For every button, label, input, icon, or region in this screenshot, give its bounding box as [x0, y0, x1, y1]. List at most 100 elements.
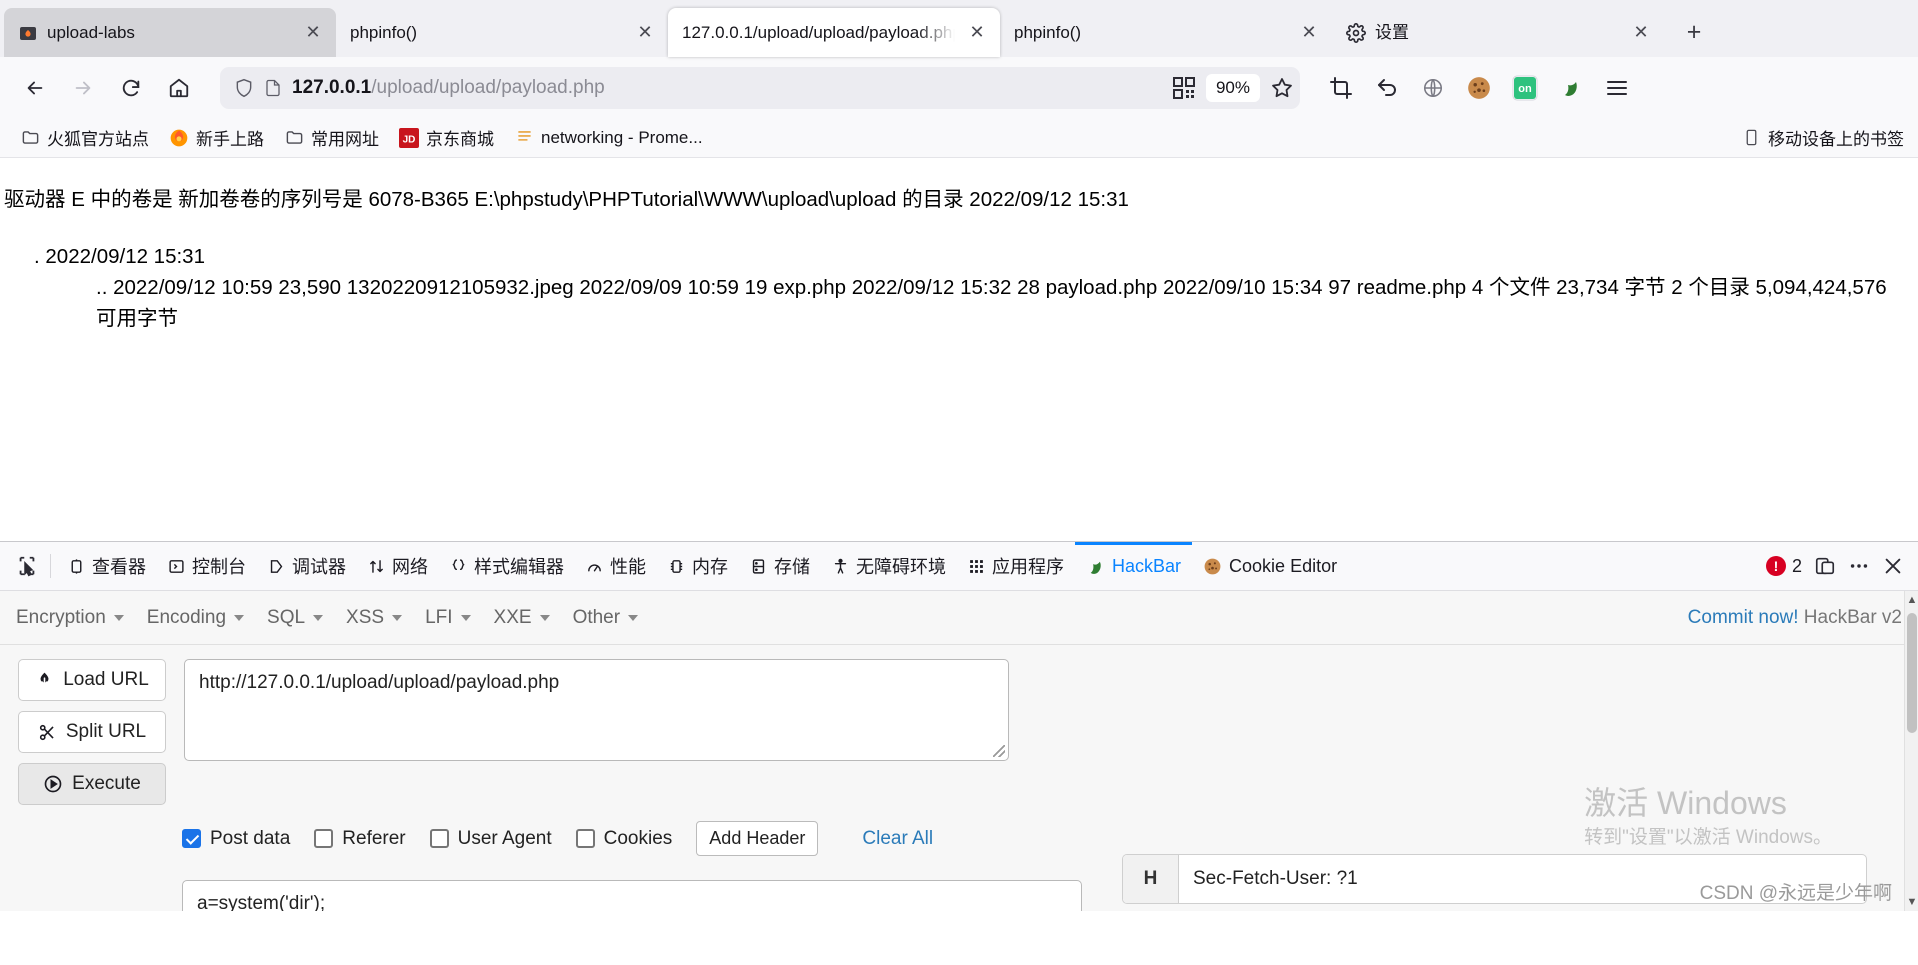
reload-button[interactable] — [110, 67, 152, 109]
browser-tab-upload-labs[interactable]: upload-labs ✕ — [4, 8, 336, 57]
shield-icon[interactable] — [234, 77, 254, 99]
commit-now-link[interactable]: Commit now! — [1688, 607, 1799, 628]
user-agent-checkbox[interactable]: User Agent — [429, 828, 552, 850]
bookmark-item-4[interactable]: networking - Prome... — [506, 124, 711, 152]
devtools-tab-label: 应用程序 — [992, 557, 1064, 577]
post-data-textarea[interactable]: a=system('dir'); — [182, 880, 1082, 911]
hackbar-menu-encoding[interactable]: Encoding — [147, 607, 261, 629]
clear-all-link[interactable]: Clear All — [862, 828, 933, 850]
new-tab-button[interactable]: + — [1674, 12, 1714, 52]
devtools-tab-cookie-editor[interactable]: Cookie Editor — [1192, 542, 1348, 590]
bookmark-item-2[interactable]: 常用网址 — [276, 121, 387, 154]
bookmark-item-0[interactable]: 火狐官方站点 — [12, 121, 157, 154]
browser-tab-settings[interactable]: 设置 ✕ — [1332, 8, 1664, 57]
bookmark-item-1[interactable]: 新手上路 — [161, 121, 272, 154]
menu-label: Other — [572, 606, 621, 628]
devtools-tab-label: 查看器 — [92, 557, 146, 577]
browser-tab-phpinfo-1[interactable]: phpinfo() ✕ — [336, 8, 668, 57]
on-extension-icon[interactable]: on — [1504, 67, 1546, 109]
element-picker-icon[interactable] — [6, 542, 48, 590]
chevron-down-icon — [113, 614, 124, 621]
bookmark-star-icon[interactable] — [1270, 76, 1294, 100]
tab-title: upload-labs — [47, 22, 135, 42]
undo-arrow-icon[interactable] — [1366, 67, 1408, 109]
devtools-tab-storage[interactable]: 存储 — [739, 542, 821, 590]
menu-label: XXE — [493, 606, 532, 628]
scrollbar-thumb[interactable] — [1907, 613, 1917, 733]
hackbar-extension-icon[interactable] — [1550, 67, 1592, 109]
error-icon: ! — [1765, 556, 1786, 576]
tab-close-button[interactable]: ✕ — [964, 20, 990, 46]
add-header-button[interactable]: Add Header — [696, 821, 819, 856]
chevron-down-icon — [392, 614, 403, 621]
address-bar[interactable]: 127.0.0.1/upload/upload/payload.php 90% — [220, 66, 1300, 109]
devtools-tab-accessibility[interactable]: 无障碍环境 — [821, 542, 957, 590]
split-panel-icon[interactable] — [1814, 555, 1836, 577]
back-button[interactable] — [14, 67, 56, 109]
hackbar-menu-xxe[interactable]: XXE — [494, 607, 567, 629]
devtools-tab-network[interactable]: 网络 — [357, 542, 439, 590]
tab-close-button[interactable]: ✕ — [1628, 20, 1654, 46]
hackbar-main-row: Load URL Split URL Execute http://127.0.… — [0, 645, 1918, 805]
debugger-icon — [268, 558, 285, 575]
load-url-button[interactable]: Load URL — [18, 659, 166, 701]
bookmark-label: 新手上路 — [196, 130, 264, 149]
execute-button[interactable]: Execute — [18, 763, 166, 805]
menu-label: SQL — [267, 606, 306, 628]
chevron-down-icon — [539, 614, 550, 621]
tab-strip: upload-labs ✕ phpinfo() ✕ 127.0.0.1/uplo… — [0, 0, 1918, 57]
error-count-badge[interactable]: ! 2 — [1765, 556, 1802, 577]
chevron-down-icon — [460, 614, 471, 621]
scroll-up-arrow[interactable]: ▲ — [1905, 591, 1918, 609]
tab-close-button[interactable]: ✕ — [300, 20, 326, 46]
devtools-tab-debugger[interactable]: 调试器 — [257, 542, 357, 590]
devtools-tab-performance[interactable]: 性能 — [575, 542, 657, 590]
hackbar-menu-sql[interactable]: SQL — [267, 607, 340, 629]
post-data-checkbox[interactable]: Post data — [182, 828, 290, 850]
ellipsis-icon[interactable] — [1848, 555, 1870, 577]
home-button[interactable] — [158, 67, 200, 109]
zoom-level-indicator[interactable]: 90% — [1205, 73, 1260, 102]
hackbar-menu-lfi[interactable]: LFI — [425, 607, 487, 629]
devtools-tab-inspector[interactable]: 查看器 — [57, 542, 157, 590]
url-textarea[interactable]: http://127.0.0.1/upload/upload/payload.p… — [184, 659, 1009, 761]
storage-icon — [750, 558, 767, 575]
menu-label: Encryption — [16, 606, 106, 628]
scroll-down-arrow[interactable]: ▼ — [1905, 893, 1918, 911]
network-icon — [368, 558, 385, 575]
bookmark-item-3[interactable]: JD 京东商城 — [391, 121, 502, 154]
mobile-bookmarks-button[interactable]: 移动设备上的书签 — [1741, 125, 1904, 150]
close-icon[interactable] — [1882, 555, 1904, 577]
tab-close-button[interactable]: ✕ — [632, 20, 658, 46]
hackbar-menu-encryption[interactable]: Encryption — [16, 607, 141, 629]
firefox-icon — [169, 128, 189, 148]
screenshot-crop-icon[interactable] — [1320, 67, 1362, 109]
globe-grid-icon[interactable] — [1412, 67, 1454, 109]
devtools-scrollbar[interactable]: ▲ ▼ — [1904, 591, 1918, 911]
devtools-tab-style-editor[interactable]: 样式编辑器 — [439, 542, 575, 590]
qr-code-icon[interactable] — [1172, 76, 1196, 100]
inspector-icon — [68, 558, 85, 575]
browser-tab-payload-php[interactable]: 127.0.0.1/upload/upload/payload.php ✕ — [668, 8, 1000, 57]
devtools-tab-label: 调试器 — [292, 557, 346, 577]
split-url-button[interactable]: Split URL — [18, 711, 166, 753]
hackbar-menu-other[interactable]: Other — [573, 607, 656, 629]
resize-handle[interactable] — [993, 745, 1005, 757]
menu-label: Encoding — [146, 606, 227, 628]
page-info-icon[interactable] — [264, 77, 282, 99]
devtools-tab-console[interactable]: 控制台 — [157, 542, 257, 590]
devtools-tab-application[interactable]: 应用程序 — [957, 542, 1075, 590]
cookie-extension-icon[interactable] — [1458, 67, 1500, 109]
tab-close-button[interactable]: ✕ — [1296, 20, 1322, 46]
menu-label: LFI — [425, 606, 453, 628]
hackbar-menu-xss[interactable]: XSS — [346, 607, 419, 629]
cookies-checkbox[interactable]: Cookies — [575, 828, 672, 850]
referer-checkbox[interactable]: Referer — [314, 828, 406, 850]
devtools-tab-hackbar[interactable]: HackBar — [1075, 542, 1193, 590]
forward-button[interactable] — [62, 67, 104, 109]
devtools-tab-memory[interactable]: 内存 — [657, 542, 739, 590]
folder-icon — [284, 128, 304, 148]
browser-tab-phpinfo-2[interactable]: phpinfo() ✕ — [1000, 8, 1332, 57]
app-menu-button[interactable] — [1596, 67, 1638, 109]
tab-title: 设置 — [1375, 22, 1409, 42]
